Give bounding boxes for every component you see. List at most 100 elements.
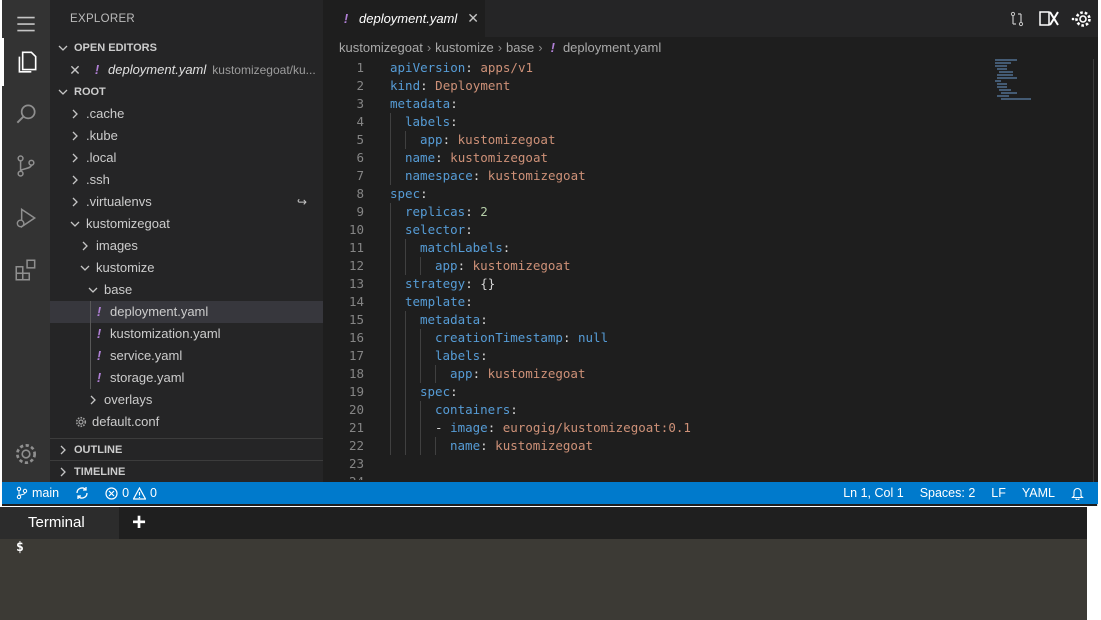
add-terminal-button[interactable]: + (126, 509, 152, 537)
split-editor-icon[interactable] (1038, 8, 1060, 30)
notifications-bell-icon[interactable] (1063, 482, 1098, 504)
tree-item-ssh[interactable]: .ssh (50, 169, 323, 191)
explorer-icon[interactable] (2, 38, 50, 86)
line-number: 4 (356, 114, 364, 129)
close-icon[interactable]: ✕ (68, 59, 82, 81)
line-number: 20 (348, 402, 364, 417)
breadcrumb-item[interactable]: deployment.yaml (563, 37, 661, 59)
yaml-value: kustomizegoat (450, 150, 549, 165)
close-icon[interactable]: ✕ (467, 10, 479, 27)
source-control-icon[interactable] (2, 142, 50, 190)
yaml-key: creationTimestamp (435, 330, 563, 345)
code-editor[interactable]: 1 apiVersion: apps/v1 2 kind: Deployment 3… (323, 59, 1023, 480)
yaml-file-icon: ! (96, 304, 102, 319)
tab-label: deployment.yaml (359, 11, 458, 26)
line-number: 5 (356, 132, 364, 147)
tree-item-storage-yaml[interactable]: ! storage.yaml (50, 367, 323, 389)
indent-guide (90, 367, 91, 389)
settings-gear-icon[interactable] (2, 430, 50, 478)
breadcrumb-item[interactable]: base (506, 37, 534, 59)
outline-label: OUTLINE (74, 444, 123, 456)
tree-item-default-conf[interactable]: default.conf (50, 411, 323, 433)
editor-tabs: ! deployment.yaml ✕ (323, 0, 1098, 37)
tree-item-service-yaml[interactable]: ! service.yaml (50, 345, 323, 367)
open-editors-label: OPEN EDITORS (74, 42, 157, 54)
problems-indicator[interactable]: 0 0 (97, 482, 165, 504)
minimap[interactable] (995, 59, 1043, 109)
sync-button[interactable] (67, 482, 97, 504)
line-number: 15 (348, 312, 364, 327)
tree-item-label: .virtualenvs (86, 194, 152, 209)
chevron-down-icon (56, 87, 70, 97)
terminal-scrollbar[interactable] (1087, 539, 1101, 620)
git-branch-icon (16, 486, 28, 500)
code-line: 21- image: eurogig/kustomizegoat:0.1 (323, 419, 1023, 437)
breadcrumb-item[interactable]: kustomizegoat (339, 37, 423, 59)
code-line: 1 apiVersion: apps/v1 (323, 59, 1023, 77)
terminal-panel[interactable]: Terminal + $ (0, 507, 1087, 620)
end-of-line[interactable]: LF (983, 482, 1014, 504)
yaml-key: labels (435, 348, 481, 363)
yaml-value: kustomizegoat (472, 258, 571, 273)
tab-deployment-yaml[interactable]: ! deployment.yaml ✕ (323, 0, 485, 37)
chevron-right-icon (68, 175, 82, 185)
open-changes-icon[interactable] (1006, 8, 1028, 30)
gear-file-icon (74, 416, 88, 428)
extensions-icon[interactable] (2, 246, 50, 294)
terminal-prompt: $ (16, 540, 24, 555)
terminal-tab[interactable]: Terminal (0, 507, 119, 539)
yaml-key: replicas (405, 204, 466, 219)
tree-item-base[interactable]: base (50, 279, 323, 301)
breadcrumb-item[interactable]: kustomize (435, 37, 494, 59)
indent-guide (90, 345, 91, 367)
line-number: 11 (348, 240, 364, 255)
language-mode[interactable]: YAML (1014, 482, 1063, 504)
chevron-down-icon (68, 219, 82, 229)
branch-indicator[interactable]: main (2, 482, 67, 504)
timeline-header[interactable]: TIMELINE (50, 461, 323, 482)
run-debug-icon[interactable] (2, 194, 50, 242)
outline-header[interactable]: OUTLINE (50, 439, 323, 461)
tree-item-label: base (104, 282, 133, 297)
yaml-value: kustomizegoat (457, 132, 556, 147)
yaml-key: app (420, 132, 443, 147)
tree-item-kustomize[interactable]: kustomize (50, 257, 323, 279)
tree-item-cache[interactable]: .cache (50, 103, 323, 125)
line-number: 6 (356, 150, 364, 165)
tree-item-kube[interactable]: .kube (50, 125, 323, 147)
line-number: 13 (348, 276, 364, 291)
tree-item-kustomization-yaml[interactable]: ! kustomization.yaml (50, 323, 323, 345)
tree-item-images[interactable]: images (50, 235, 323, 257)
more-actions-icon[interactable] (1070, 8, 1092, 30)
chevron-right-icon (56, 445, 70, 455)
yaml-value: 2 (480, 204, 488, 219)
vertical-scrollbar[interactable] (1093, 59, 1094, 482)
line-number: 12 (348, 258, 364, 273)
search-icon[interactable] (2, 90, 50, 138)
editor-actions (1006, 0, 1092, 37)
line-number: 16 (348, 330, 364, 345)
tree-item-label: service.yaml (110, 348, 183, 363)
tree-item-overlays[interactable]: overlays (50, 389, 323, 411)
open-editor-item[interactable]: ✕ ! deployment.yaml kustomizegoat/ku... (50, 59, 323, 81)
tree-item-deployment-yaml[interactable]: ! deployment.yaml (50, 301, 323, 323)
line-number: 23 (348, 456, 364, 471)
line-number: 2 (356, 78, 364, 93)
error-count: 0 (122, 486, 130, 500)
tree-item-label: storage.yaml (110, 370, 185, 385)
cursor-position[interactable]: Ln 1, Col 1 (835, 482, 911, 504)
chevron-down-icon (78, 263, 92, 273)
line-number: 10 (348, 222, 364, 237)
tree-item-kustomizegoat[interactable]: kustomizegoat (50, 213, 323, 235)
open-editors-header[interactable]: OPEN EDITORS (50, 37, 323, 59)
activity-bar (2, 0, 50, 482)
root-header[interactable]: ROOT (50, 81, 323, 103)
yaml-key: name (405, 150, 436, 165)
yaml-key: apiVersion (390, 60, 466, 75)
yaml-file-icon: ! (96, 348, 102, 363)
tree-item-local[interactable]: .local (50, 147, 323, 169)
tree-item-label: default.conf (92, 414, 160, 429)
code-line: 22 name: kustomizegoat (323, 437, 1023, 455)
tree-item-virtualenvs[interactable]: .virtualenvs ↪ (50, 191, 323, 213)
indentation[interactable]: Spaces: 2 (912, 482, 984, 504)
